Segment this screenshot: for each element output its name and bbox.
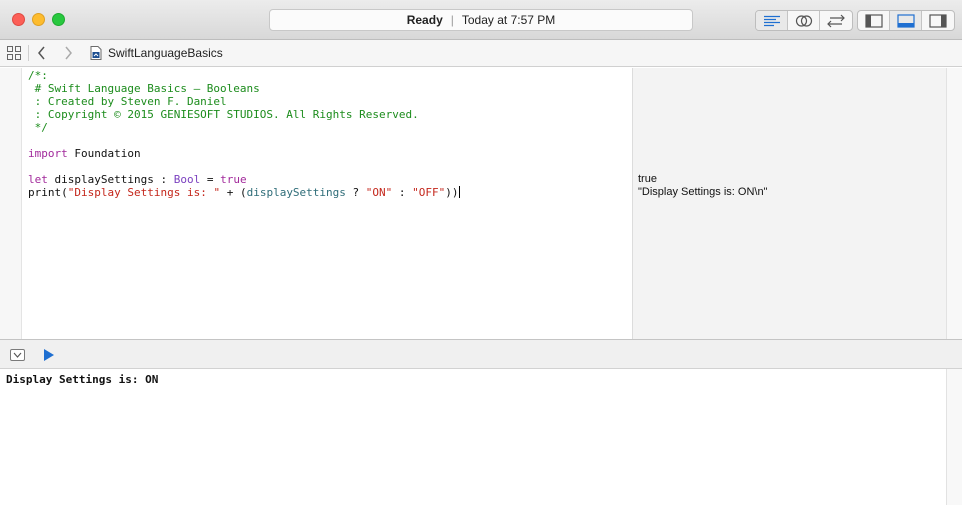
jumpbar-divider (28, 45, 29, 61)
back-chevron-icon[interactable] (37, 46, 47, 60)
hide-debug-area-button[interactable] (10, 349, 25, 361)
code-token: displaySettings (246, 186, 346, 199)
console-scrollbar[interactable] (946, 369, 962, 505)
debug-area-toggle-icon (896, 13, 915, 28)
code-token: "Display Settings is: " (67, 186, 221, 199)
code-token: ? (345, 186, 366, 199)
playground-file-icon (90, 46, 102, 60)
jump-bar: SwiftLanguageBasics (0, 40, 962, 67)
version-editor-button[interactable] (820, 11, 852, 30)
debug-bar (0, 339, 962, 369)
chevron-down-icon (13, 352, 22, 358)
window-toolbar: Ready | Today at 7:57 PM (0, 0, 962, 40)
code-token: : Created by Steven F. Daniel (28, 95, 227, 108)
code-line: import Foundation (28, 147, 460, 160)
results-sidebar: true "Display Settings is: ON\n" (632, 68, 946, 339)
standard-editor-icon (763, 15, 780, 26)
code-token: # Swift Language Basics – Booleans (28, 82, 260, 95)
standard-editor-button[interactable] (756, 11, 788, 30)
code-token: : (392, 186, 413, 199)
code-token: Foundation (67, 147, 141, 160)
code-token: Bool (173, 173, 201, 186)
console-output-area[interactable]: Display Settings is: ON (0, 369, 946, 505)
code-token: = (200, 173, 221, 186)
code-token: displaySettings : (47, 173, 174, 186)
assistant-editor-button[interactable] (788, 11, 820, 30)
editor-scrollbar[interactable] (946, 68, 962, 339)
result-value[interactable]: "Display Settings is: ON\n" (638, 186, 767, 198)
view-toggles-segmented-control (857, 10, 955, 31)
navigator-toggle-icon (864, 13, 883, 28)
code-token: "OFF" (412, 186, 446, 199)
run-playground-icon[interactable] (43, 348, 55, 362)
activity-separator: | (450, 13, 454, 27)
code-token: let (28, 173, 48, 186)
code-line: : Copyright © 2015 GENIESOFT STUDIOS. Al… (28, 108, 460, 121)
minimize-window-button[interactable] (32, 13, 45, 26)
forward-chevron-icon[interactable] (63, 46, 73, 60)
debug-area-toggle-button[interactable] (890, 11, 922, 30)
code-editor[interactable]: /*: # Swift Language Basics – Booleans :… (22, 68, 632, 339)
navigator-toggle-button[interactable] (858, 11, 890, 30)
code-line: let displaySettings : Bool = true (28, 173, 460, 186)
code-line: print("Display Settings is: " + (display… (28, 186, 460, 199)
code-token: true (220, 173, 247, 186)
code-token: ( (61, 186, 68, 199)
code-token: /*: (28, 69, 48, 82)
utilities-toggle-icon (929, 13, 947, 28)
related-items-icon[interactable] (7, 46, 21, 60)
code-token: print (28, 186, 62, 199)
close-window-button[interactable] (12, 13, 25, 26)
zoom-window-button[interactable] (52, 13, 65, 26)
build-time: Today at 7:57 PM (461, 13, 556, 27)
console-output-text: Display Settings is: ON (6, 373, 159, 386)
editor-mode-segmented-control (755, 10, 853, 31)
code-token: import (28, 147, 68, 160)
code-line: */ (28, 121, 460, 134)
code-line: /*: (28, 69, 460, 82)
code-token: */ (28, 121, 48, 134)
editor-gutter (0, 68, 22, 339)
code-line: : Created by Steven F. Daniel (28, 95, 460, 108)
source-code[interactable]: /*: # Swift Language Basics – Booleans :… (28, 69, 460, 199)
result-value[interactable]: true (638, 173, 657, 185)
code-line: # Swift Language Basics – Booleans (28, 82, 460, 95)
breadcrumb-file-name[interactable]: SwiftLanguageBasics (108, 46, 223, 60)
code-token: )) (445, 186, 459, 199)
assistant-editor-icon (795, 14, 812, 27)
build-status: Ready (406, 13, 443, 27)
utilities-toggle-button[interactable] (922, 11, 954, 30)
text-cursor (458, 186, 460, 198)
activity-viewer: Ready | Today at 7:57 PM (269, 9, 693, 31)
version-editor-icon (827, 14, 845, 27)
code-token: + ( (220, 186, 247, 199)
code-token: : Copyright © 2015 GENIESOFT STUDIOS. Al… (28, 108, 419, 121)
code-token: "ON" (365, 186, 393, 199)
